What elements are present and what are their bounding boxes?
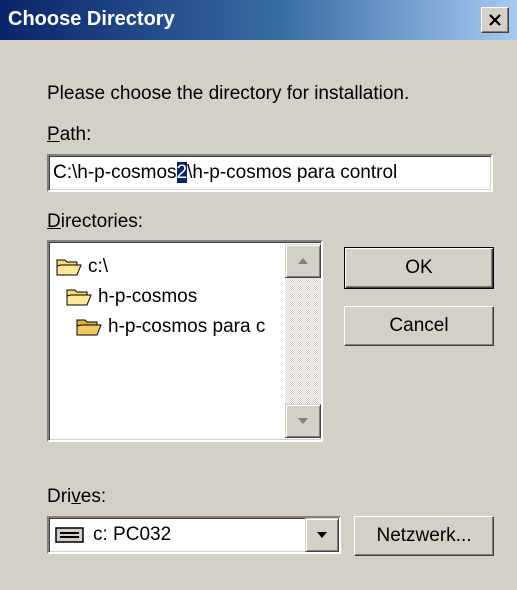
drives-label: Drives: (47, 486, 107, 507)
path-value-start: C:\h-p-cosmos (53, 162, 177, 183)
directory-scrollbar[interactable] (285, 244, 321, 438)
network-button[interactable]: Netzwerk... (354, 516, 494, 556)
directory-item-root[interactable]: c:\ (56, 254, 108, 280)
path-label: Path: (47, 124, 92, 145)
choose-directory-dialog: Choose Directory Please choose the direc… (0, 0, 517, 590)
instructions-text: Please choose the directory for installa… (47, 83, 410, 104)
scroll-up-button[interactable] (285, 244, 321, 278)
open-folder-icon (66, 289, 92, 306)
close-icon (489, 14, 501, 26)
close-button[interactable] (481, 7, 509, 33)
directory-item-h-p-cosmos-para-control[interactable]: h-p-cosmos para c (76, 314, 265, 340)
title-bar[interactable]: Choose Directory (0, 0, 517, 40)
arrow-down-icon (298, 418, 308, 424)
arrow-up-icon (298, 258, 308, 264)
cancel-button[interactable]: Cancel (344, 306, 494, 346)
hard-drive-icon (55, 527, 84, 543)
open-folder-icon (76, 319, 102, 336)
drive-dropdown-button[interactable] (305, 518, 339, 552)
path-selection: 2 (176, 162, 188, 183)
directory-list[interactable]: c:\ h-p-cosmos h-p-cosmos para c (47, 240, 323, 442)
directory-item-h-p-cosmos[interactable]: h-p-cosmos (66, 284, 197, 310)
ok-button[interactable]: OK (344, 247, 494, 289)
directory-item-label: h-p-cosmos (98, 286, 198, 307)
directory-item-label: c:\ (88, 256, 109, 277)
drive-selected-value: c: PC032 (93, 524, 172, 545)
chevron-down-icon (317, 532, 327, 538)
open-folder-icon (56, 259, 82, 276)
directory-item-label: h-p-cosmos para c (108, 316, 266, 337)
scroll-down-button[interactable] (285, 404, 321, 438)
drive-select[interactable]: c: PC032 (47, 516, 341, 554)
path-input[interactable]: C:\h-p-cosmos2\h-p-cosmos para control (47, 154, 493, 192)
path-value-end: \h-p-cosmos para control (187, 162, 398, 183)
directories-label: Directories: (47, 211, 144, 232)
window-title: Choose Directory (8, 8, 175, 30)
